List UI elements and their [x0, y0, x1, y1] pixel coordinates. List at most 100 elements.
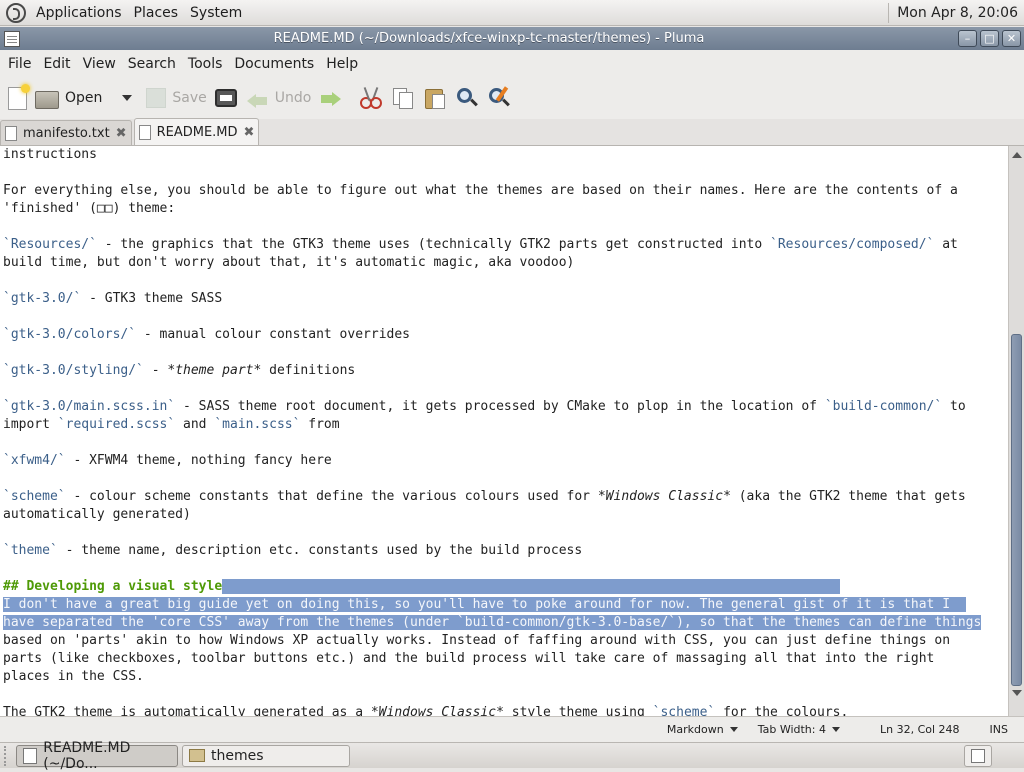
menubar: File Edit View Search Tools Documents He… [0, 50, 1024, 77]
redo-button[interactable] [315, 81, 347, 115]
editor-line[interactable]: `gtk-3.0/` - GTK3 theme SASS [3, 290, 1008, 308]
maximize-button[interactable]: □ [980, 30, 999, 47]
tab-label: manifesto.txt [23, 125, 110, 141]
menu-edit[interactable]: Edit [37, 56, 76, 72]
minimize-button[interactable]: – [958, 30, 977, 47]
editor-line[interactable]: based on 'parts' akin to how Windows XP … [3, 632, 1008, 650]
vertical-scrollbar[interactable] [1008, 146, 1024, 716]
editor-text[interactable]: instructions For everything else, you sho… [0, 146, 1008, 716]
menu-search[interactable]: Search [122, 56, 182, 72]
find-button[interactable] [451, 81, 483, 115]
editor-text-run: `theme` [3, 543, 58, 558]
taskbar-handle[interactable] [4, 745, 12, 766]
clock[interactable]: Mon Apr 8, 20:06 [897, 5, 1024, 21]
find-replace-icon [487, 86, 511, 110]
close-tab-icon[interactable]: ✖ [244, 125, 255, 140]
editor-line[interactable]: `gtk-3.0/main.scss.in` - SASS theme root… [3, 398, 1008, 416]
editor-line[interactable] [3, 272, 1008, 290]
taskbar-item-themes[interactable]: themes [182, 744, 350, 767]
editor-line[interactable]: automatically generated) [3, 506, 1008, 524]
top-panel: Applications Places System Mon Apr 8, 20… [0, 0, 1024, 26]
editor-text-run: from [300, 417, 340, 432]
editor-text-run: have separated the 'core CSS' away from … [3, 615, 982, 630]
editor-text-run: `build-common/` [824, 399, 943, 414]
editor-text-run: - the graphics that the GTK3 theme uses … [96, 237, 771, 252]
editor-line[interactable] [3, 434, 1008, 452]
clock-area: Mon Apr 8, 20:06 [888, 0, 1024, 26]
editor-line[interactable]: `theme` - theme name, description etc. c… [3, 542, 1008, 560]
editor-text-run: instructions [3, 147, 97, 162]
open-button[interactable]: Open [31, 81, 106, 115]
new-document-button[interactable] [4, 81, 31, 115]
editor-text-run: - manual colour constant overrides [136, 327, 410, 342]
menu-view[interactable]: View [77, 56, 122, 72]
window-titlebar[interactable]: README.MD (~/Downloads/xfce-winxp-tc-mas… [0, 27, 1024, 50]
editor-line[interactable] [3, 218, 1008, 236]
menu-help[interactable]: Help [320, 56, 364, 72]
editor-line[interactable] [3, 344, 1008, 362]
menu-file[interactable]: File [2, 56, 37, 72]
open-folder-icon [35, 91, 59, 109]
taskbar-item-readme[interactable]: README.MD (~/Do... [16, 740, 178, 772]
editor-line[interactable]: The GTK2 theme is automatically generate… [3, 704, 1008, 716]
editor-line[interactable]: build time, but don't worry about that, … [3, 254, 1008, 272]
close-tab-icon[interactable]: ✖ [116, 126, 127, 141]
editor-text-run: ## Developing a visual style [3, 579, 223, 594]
print-button[interactable] [211, 81, 241, 115]
editor-line[interactable]: instructions [3, 146, 1008, 164]
menu-documents[interactable]: Documents [228, 56, 320, 72]
editor-text-run: `gtk-3.0/main.scss.in` [3, 399, 176, 414]
close-window-button[interactable]: ✕ [1002, 30, 1021, 47]
editor-line[interactable]: parts (like checkboxes, toolbar buttons … [3, 650, 1008, 668]
copy-button[interactable] [387, 81, 419, 115]
editor-line[interactable]: I don't have a great big guide yet on do… [3, 596, 1008, 614]
editor-text-run: for the colours. [715, 705, 849, 716]
scrollbar-thumb[interactable] [1011, 334, 1022, 686]
tab-manifesto[interactable]: manifesto.txt ✖ [0, 120, 132, 145]
editor-line[interactable] [3, 380, 1008, 398]
editor-line[interactable]: import `required.scss` and `main.scss` f… [3, 416, 1008, 434]
scroll-down-icon[interactable] [1012, 690, 1022, 696]
find-replace-button[interactable] [483, 81, 515, 115]
panel-menu-applications[interactable]: Applications [30, 5, 128, 21]
editor-line[interactable] [3, 164, 1008, 182]
editor-line[interactable]: `gtk-3.0/styling/` - *theme part* defini… [3, 362, 1008, 380]
editor-line[interactable] [3, 686, 1008, 704]
editor-line[interactable]: `Resources/` - the graphics that the GTK… [3, 236, 1008, 254]
editor-text-run: *Windows Classic* [370, 705, 504, 716]
cut-button[interactable] [355, 81, 387, 115]
editor-line[interactable]: `gtk-3.0/colors/` - manual colour consta… [3, 326, 1008, 344]
editor-line[interactable] [3, 560, 1008, 578]
editor-text-run: import [3, 417, 58, 432]
editor-text-run: - colour scheme constants that define th… [65, 489, 598, 504]
language-selector[interactable]: Markdown [657, 723, 748, 736]
undo-button[interactable]: Undo [241, 81, 316, 115]
editor-text-run: build time, but don't worry about that, … [3, 255, 575, 270]
menu-tools[interactable]: Tools [182, 56, 229, 72]
editor-line[interactable] [3, 470, 1008, 488]
editor-line[interactable] [3, 524, 1008, 542]
editor-line[interactable]: have separated the 'core CSS' away from … [3, 614, 1008, 632]
editor-line[interactable]: For everything else, you should be able … [3, 182, 1008, 200]
editor-line[interactable]: ## Developing a visual style [3, 578, 1008, 596]
applications-logo-icon[interactable] [6, 2, 26, 23]
editor-line[interactable]: `xfwm4/` - XFWM4 theme, nothing fancy he… [3, 452, 1008, 470]
tab-width-selector[interactable]: Tab Width: 4 [748, 723, 850, 736]
show-desktop-button[interactable] [964, 744, 992, 767]
scroll-up-icon[interactable] [1012, 152, 1022, 158]
text-editor[interactable]: instructions For everything else, you sho… [0, 146, 1008, 716]
tab-readme[interactable]: README.MD ✖ [133, 118, 260, 145]
panel-menu-places[interactable]: Places [128, 5, 185, 21]
panel-menu-system[interactable]: System [184, 5, 248, 21]
editor-line[interactable] [3, 308, 1008, 326]
editor-line[interactable]: 'finished' (□□) theme: [3, 200, 1008, 218]
editor-line[interactable]: `scheme` - colour scheme constants that … [3, 488, 1008, 506]
taskbar-item-label: README.MD (~/Do... [43, 739, 131, 772]
editor-text-run: `required.scss` [57, 417, 176, 432]
open-recent-dropdown[interactable] [106, 81, 142, 115]
paste-button[interactable] [419, 81, 451, 115]
save-button[interactable]: Save [142, 81, 210, 115]
tab-width-label: Tab Width: 4 [757, 723, 826, 736]
pluma-app-icon[interactable] [4, 30, 20, 47]
editor-line[interactable]: places in the CSS. [3, 668, 1008, 686]
